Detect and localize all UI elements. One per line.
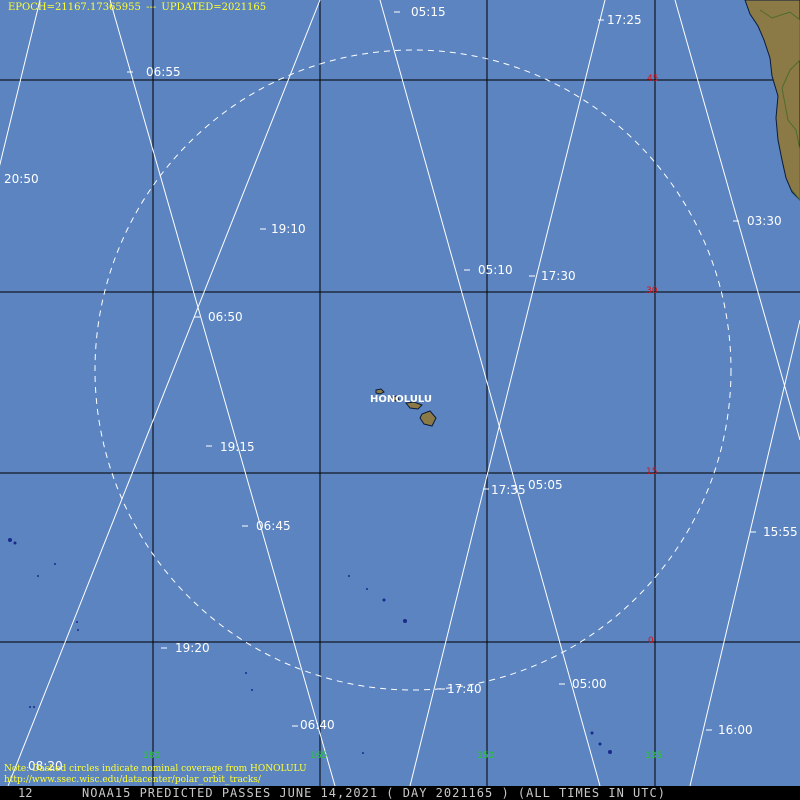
city-label-honolulu: HONOLULU xyxy=(370,394,433,405)
island-dot xyxy=(13,541,17,545)
longitude-label: 135 xyxy=(645,751,663,761)
track-ticks xyxy=(127,11,756,731)
island-dot xyxy=(590,731,594,735)
island-dot xyxy=(382,598,386,602)
pass-time-label: 06:45 xyxy=(256,519,291,533)
pass-time-label: 05:10 xyxy=(478,263,513,277)
island-dot xyxy=(598,742,602,746)
island-dot xyxy=(76,621,78,623)
latitude-label: 30 xyxy=(646,286,658,296)
longitude-label: 150 xyxy=(477,751,495,761)
big-island xyxy=(419,410,437,427)
orbit-track xyxy=(7,0,321,787)
island-dot xyxy=(362,752,364,754)
coverage-note-line: Note: Dashed circles indicate nominal co… xyxy=(4,764,307,774)
island-dot xyxy=(37,575,39,577)
pass-time-label: 05:15 xyxy=(411,5,446,19)
orbit-track xyxy=(109,0,336,787)
island-dot xyxy=(29,706,31,708)
pass-time-label: 06:40 xyxy=(300,718,335,732)
pass-time-label: 17:35 xyxy=(491,483,526,497)
latitude-label: 15 xyxy=(646,467,658,477)
latitude-label: 0 xyxy=(648,636,654,646)
pass-time-label: 05:05 xyxy=(528,478,563,492)
island-dot xyxy=(403,619,407,623)
footer-left-text: 12 xyxy=(18,786,33,800)
pass-time-label: 06:55 xyxy=(146,65,181,79)
epoch-text: EPOCH=21167.17365955 xyxy=(8,2,141,13)
satellite-pass-map: EPOCH=21167.17365955 --- UPDATED=2021165… xyxy=(0,0,800,800)
longitude-label: 180 xyxy=(143,751,161,761)
island-dot xyxy=(8,538,12,542)
pass-time-label: 03:30 xyxy=(747,214,782,228)
coverage-note-url: http://www.ssec.wisc.edu/datacenter/pola… xyxy=(4,775,261,785)
north-america-coast xyxy=(744,0,800,201)
pass-time-label: 06:50 xyxy=(208,310,243,324)
island-dot xyxy=(245,672,247,674)
pass-time-label: 19:20 xyxy=(175,641,210,655)
graticule xyxy=(0,0,800,786)
north-america-landmass xyxy=(744,0,800,201)
island-dot xyxy=(77,629,79,631)
footer-title: NOAA15 PREDICTED PASSES JUNE 14,2021 ( D… xyxy=(82,786,666,800)
island-dot xyxy=(366,588,368,590)
latitude-label: 45 xyxy=(647,74,659,84)
pass-time-label: 17:25 xyxy=(607,13,642,27)
footer-bar: 12 NOAA15 PREDICTED PASSES JUNE 14,2021 … xyxy=(0,786,800,800)
orbit-track xyxy=(409,0,606,787)
pass-time-label: 16:00 xyxy=(718,723,753,737)
orbit-track xyxy=(689,319,800,787)
updated-text: UPDATED=2021165 xyxy=(161,2,267,13)
pass-time-label: 17:30 xyxy=(541,269,576,283)
pass-time-label: 17:40 xyxy=(447,682,482,696)
island-dot xyxy=(33,706,35,708)
longitude-label: 165 xyxy=(310,751,328,761)
island-dot xyxy=(348,575,350,577)
island-dot xyxy=(54,563,56,565)
pass-time-label: 19:15 xyxy=(220,440,255,454)
island-dot xyxy=(608,750,612,754)
pass-time-label: 05:00 xyxy=(572,677,607,691)
orbit-tracks xyxy=(0,0,800,787)
header-separator: --- xyxy=(146,2,157,13)
pass-time-label: 20:50 xyxy=(4,172,39,186)
pass-time-label: 19:10 xyxy=(271,222,306,236)
orbit-track xyxy=(379,0,601,787)
island-dot xyxy=(251,689,253,691)
pass-time-label: 15:55 xyxy=(763,525,798,539)
coverage-circle xyxy=(94,49,732,691)
epoch-header: EPOCH=21167.17365955 --- UPDATED=2021165 xyxy=(8,2,268,13)
coverage-note: Note: Dashed circles indicate nominal co… xyxy=(4,764,307,786)
